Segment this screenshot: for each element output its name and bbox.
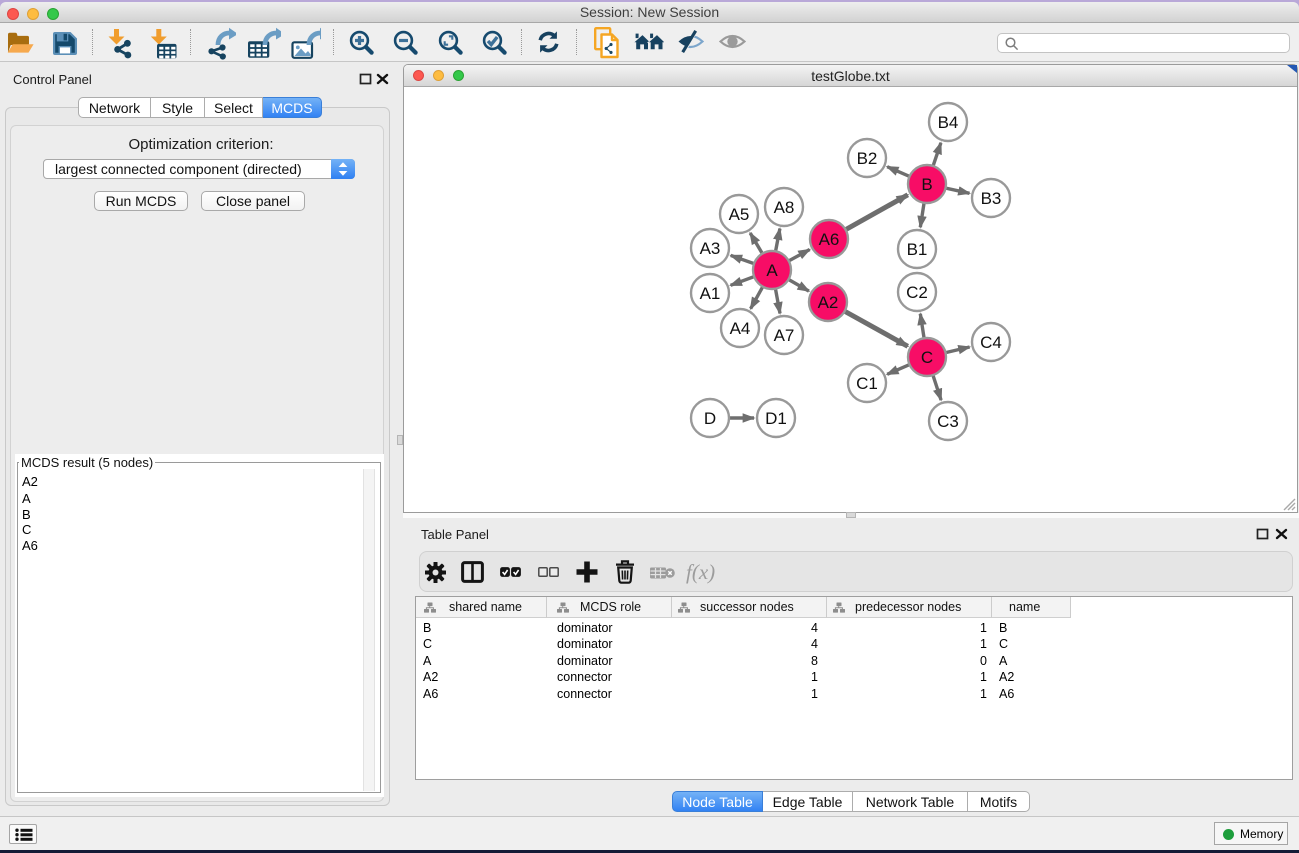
svg-text:A1: A1 [700, 284, 721, 303]
svg-text:D1: D1 [765, 409, 787, 428]
svg-text:B4: B4 [938, 113, 959, 132]
svg-text:C: C [921, 348, 933, 367]
svg-text:B3: B3 [981, 189, 1002, 208]
svg-text:A8: A8 [774, 198, 795, 217]
svg-text:C2: C2 [906, 283, 928, 302]
svg-text:A7: A7 [774, 326, 795, 345]
svg-text:A4: A4 [730, 319, 751, 338]
svg-text:B: B [921, 175, 932, 194]
svg-text:A2: A2 [818, 293, 839, 312]
svg-text:A3: A3 [700, 239, 721, 258]
svg-text:A6: A6 [819, 230, 840, 249]
svg-text:B1: B1 [907, 240, 928, 259]
svg-text:C3: C3 [937, 412, 959, 431]
svg-text:A: A [766, 261, 778, 280]
svg-text:C1: C1 [856, 374, 878, 393]
svg-text:A5: A5 [729, 205, 750, 224]
svg-text:D: D [704, 409, 716, 428]
svg-text:B2: B2 [857, 149, 878, 168]
svg-text:C4: C4 [980, 333, 1002, 352]
